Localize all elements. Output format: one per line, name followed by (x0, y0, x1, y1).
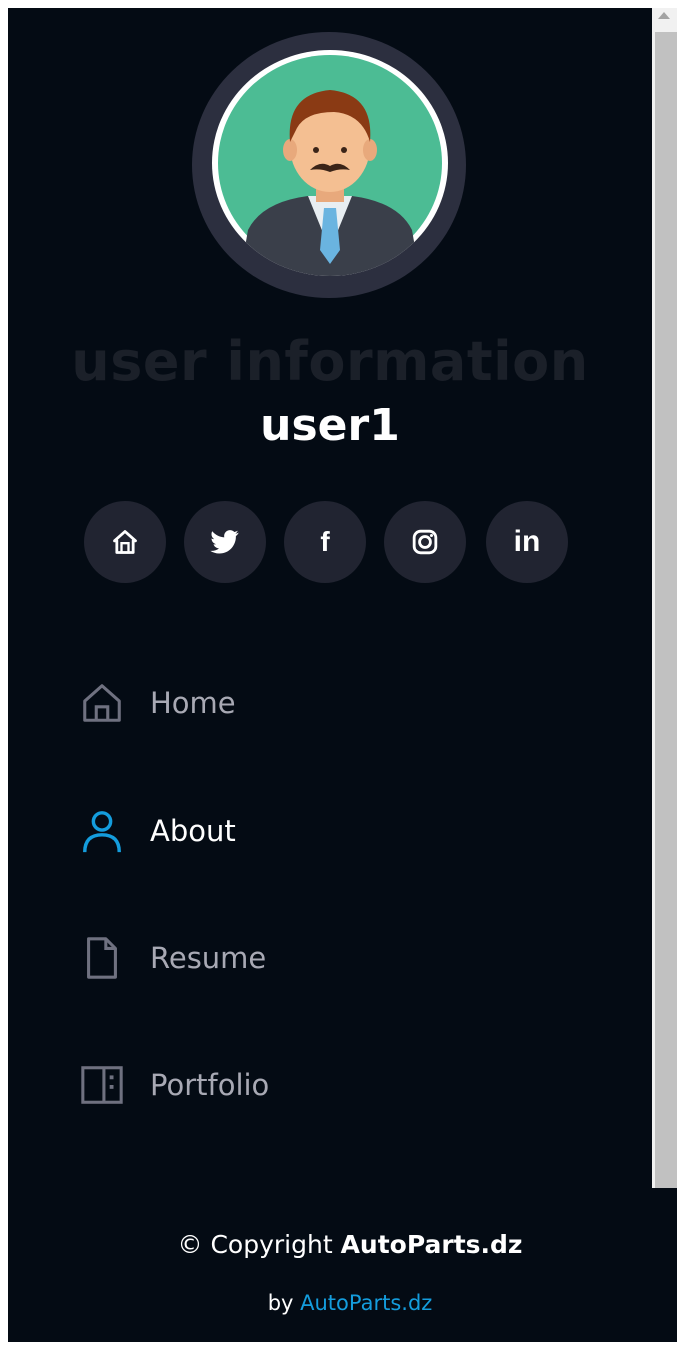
copyright-prefix: © Copyright (177, 1230, 341, 1259)
nav-item-portfolio[interactable]: Portfolio (78, 1060, 269, 1110)
nav-item-resume[interactable]: Resume (78, 933, 266, 983)
copyright-brand: AutoParts.dz (340, 1230, 523, 1259)
nav-item-label: Resume (150, 941, 267, 975)
instagram-icon (412, 529, 438, 555)
social-instagram-button[interactable] (384, 501, 466, 583)
home-outline-icon (78, 679, 126, 727)
nav-item-about[interactable]: About (78, 806, 236, 856)
social-linkedin-button[interactable]: in (486, 501, 568, 583)
username: user1 (260, 400, 400, 451)
section-title: user information (71, 330, 589, 393)
scrollbar-thumb[interactable] (655, 32, 677, 1188)
social-facebook-button[interactable]: f (284, 501, 366, 583)
nav-item-label: Home (150, 686, 236, 720)
credits-text: by AutoParts.dz (0, 1291, 677, 1315)
credits-link[interactable]: AutoParts.dz (300, 1291, 432, 1315)
copyright-text: © Copyright AutoParts.dz (0, 1230, 677, 1259)
nav-item-label: Portfolio (150, 1068, 270, 1102)
layout-icon (78, 1061, 126, 1109)
social-home-button[interactable] (84, 501, 166, 583)
nav-item-label: About (150, 814, 236, 848)
social-twitter-button[interactable] (184, 501, 266, 583)
facebook-icon: f (320, 526, 330, 557)
scroll-up-arrow-icon[interactable] (658, 12, 670, 19)
nav-item-home[interactable]: Home (78, 678, 236, 728)
linkedin-icon: in (513, 525, 541, 558)
file-icon (78, 934, 126, 982)
person-icon (78, 807, 126, 855)
credits-prefix: by (267, 1291, 301, 1315)
home-icon (113, 530, 137, 554)
twitter-icon (210, 530, 239, 554)
avatar (212, 50, 448, 276)
